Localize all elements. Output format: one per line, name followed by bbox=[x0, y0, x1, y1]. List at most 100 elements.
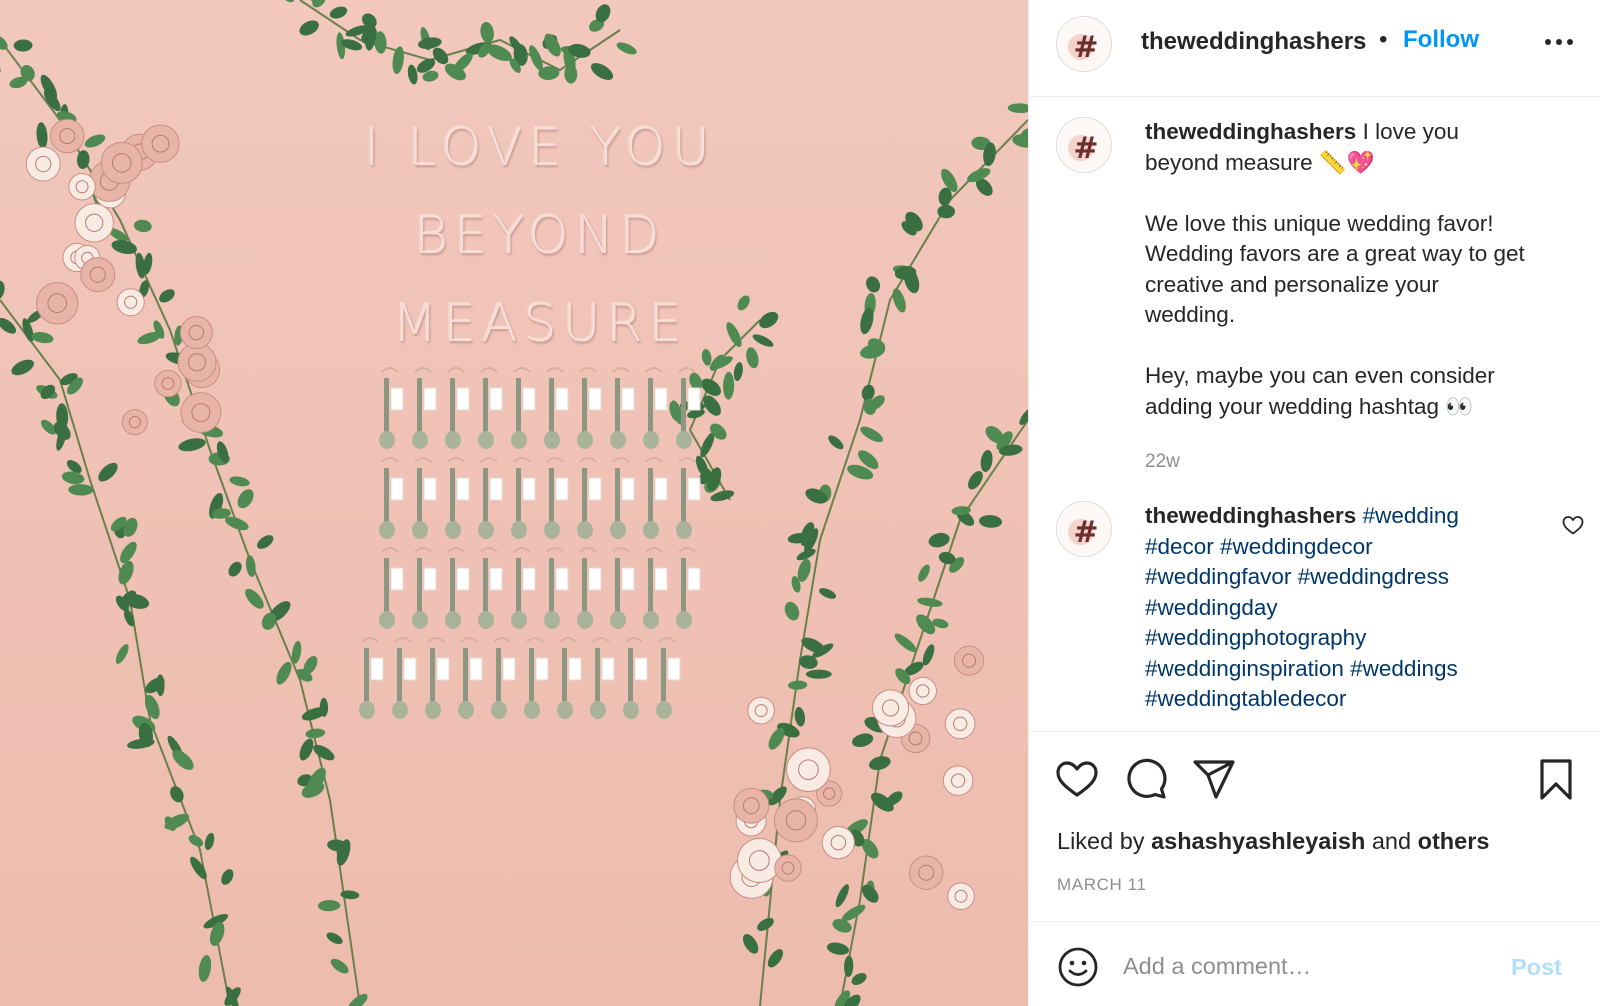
spoon-handle bbox=[483, 468, 488, 524]
leaf bbox=[860, 426, 884, 443]
header-username[interactable]: theweddinghashers bbox=[1141, 28, 1366, 56]
avatar[interactable]: # bbox=[1056, 501, 1112, 557]
comment-username[interactable]: theweddinghashers bbox=[1145, 503, 1356, 528]
spoon-bowl bbox=[590, 701, 606, 719]
spoon-handle bbox=[450, 468, 455, 524]
leaf bbox=[788, 680, 808, 690]
bookmark-icon[interactable] bbox=[1533, 756, 1579, 802]
avatar[interactable]: # bbox=[1056, 117, 1112, 173]
favor-tag bbox=[390, 387, 404, 411]
liked-by-others[interactable]: others bbox=[1418, 828, 1490, 854]
spoon-bowl bbox=[577, 431, 593, 449]
spoon-bowl bbox=[359, 701, 375, 719]
spoon-handle bbox=[384, 378, 389, 434]
spoon-bowl bbox=[676, 431, 692, 449]
ribbon bbox=[579, 457, 597, 463]
favor-tag bbox=[423, 387, 437, 411]
share-icon[interactable] bbox=[1191, 756, 1237, 802]
wall-text-line-3: MEASURE bbox=[392, 294, 688, 354]
spoon-handle bbox=[364, 648, 369, 704]
rose bbox=[954, 645, 985, 676]
spoon-handle bbox=[516, 378, 521, 434]
leaf bbox=[616, 42, 637, 55]
spoon-handle bbox=[430, 648, 435, 704]
ribbon bbox=[381, 547, 399, 553]
post-button[interactable]: Post bbox=[1511, 954, 1562, 981]
comment-input[interactable] bbox=[1123, 944, 1483, 988]
rose bbox=[74, 203, 114, 243]
rose bbox=[944, 708, 976, 740]
favor-tag bbox=[423, 477, 437, 501]
leaf bbox=[13, 39, 33, 52]
add-comment-bar: Post bbox=[1029, 921, 1600, 1006]
leaf bbox=[757, 917, 774, 931]
spoon-bowl bbox=[656, 701, 672, 719]
rose bbox=[100, 141, 143, 184]
leaf bbox=[723, 371, 735, 400]
likes-summary[interactable]: Liked by ashashyashleyaish and others bbox=[1057, 828, 1489, 855]
leaf bbox=[928, 532, 950, 548]
comments-section[interactable]: # theweddinghashers I love you beyond me… bbox=[1029, 97, 1600, 731]
spoon-bowl bbox=[458, 701, 474, 719]
spoon-handle bbox=[681, 558, 686, 614]
leaf bbox=[794, 706, 806, 727]
rose bbox=[154, 369, 182, 398]
rose bbox=[116, 288, 145, 317]
hashtag-links[interactable]: #wedding #decor #weddingdecor #weddingfa… bbox=[1145, 503, 1459, 711]
action-bar: Liked by ashashyashleyaish and others MA… bbox=[1029, 731, 1600, 921]
ribbon bbox=[460, 637, 478, 643]
comment-icon[interactable] bbox=[1123, 756, 1169, 802]
leaf bbox=[917, 597, 943, 607]
liked-by-user[interactable]: ashashyashleyaish bbox=[1151, 828, 1365, 854]
favor-tag bbox=[601, 657, 615, 681]
spoon-bowl bbox=[392, 701, 408, 719]
favor-tag bbox=[588, 567, 602, 591]
leaf bbox=[159, 289, 175, 303]
ribbon bbox=[493, 637, 511, 643]
favor-tag bbox=[621, 387, 635, 411]
rose bbox=[774, 798, 818, 843]
spoon-handle bbox=[496, 648, 501, 704]
follow-button[interactable]: Follow bbox=[1403, 26, 1479, 54]
spoon-bowl bbox=[544, 431, 560, 449]
leaf bbox=[68, 484, 94, 496]
favor-tag bbox=[654, 477, 668, 501]
smiley-icon[interactable] bbox=[1056, 945, 1100, 989]
favor-tag bbox=[436, 657, 450, 681]
caption-timestamp[interactable]: 22w bbox=[1145, 451, 1180, 473]
rose bbox=[774, 854, 802, 882]
leaf bbox=[198, 955, 212, 982]
leaf bbox=[733, 362, 743, 382]
spoon-bowl bbox=[445, 521, 461, 539]
caption-username[interactable]: theweddinghashers bbox=[1145, 119, 1356, 144]
rose bbox=[736, 838, 782, 883]
favor-tag bbox=[568, 657, 582, 681]
vine-stem bbox=[0, 39, 361, 1006]
leaf bbox=[590, 63, 614, 80]
leaf bbox=[852, 733, 874, 748]
leaf bbox=[851, 973, 867, 985]
spoon-handle bbox=[516, 558, 521, 614]
favor-tag bbox=[456, 567, 470, 591]
post-photo[interactable]: I LOVE YOU BEYOND MEASURE bbox=[0, 0, 1028, 1006]
spoon-bowl bbox=[491, 701, 507, 719]
ribbon bbox=[612, 457, 630, 463]
spoon-handle bbox=[549, 468, 554, 524]
leaf bbox=[894, 633, 917, 653]
rose bbox=[747, 696, 775, 725]
leaf bbox=[979, 515, 1003, 528]
vine-stem bbox=[839, 419, 1028, 1006]
spoon-bowl bbox=[412, 611, 428, 629]
avatar[interactable]: # bbox=[1056, 16, 1112, 72]
heart-icon[interactable] bbox=[1054, 756, 1100, 802]
comment-like-icon[interactable] bbox=[1561, 513, 1585, 537]
spoon-bowl bbox=[478, 431, 494, 449]
spoon-bowl bbox=[643, 611, 659, 629]
leaf bbox=[0, 59, 1, 74]
spoon-bowl bbox=[524, 701, 540, 719]
more-options-icon[interactable] bbox=[1539, 20, 1579, 60]
rose bbox=[80, 257, 116, 293]
ribbon bbox=[414, 367, 432, 373]
post-date[interactable]: MARCH 11 bbox=[1057, 875, 1147, 895]
hashtag-logo-icon: # bbox=[1058, 18, 1111, 71]
